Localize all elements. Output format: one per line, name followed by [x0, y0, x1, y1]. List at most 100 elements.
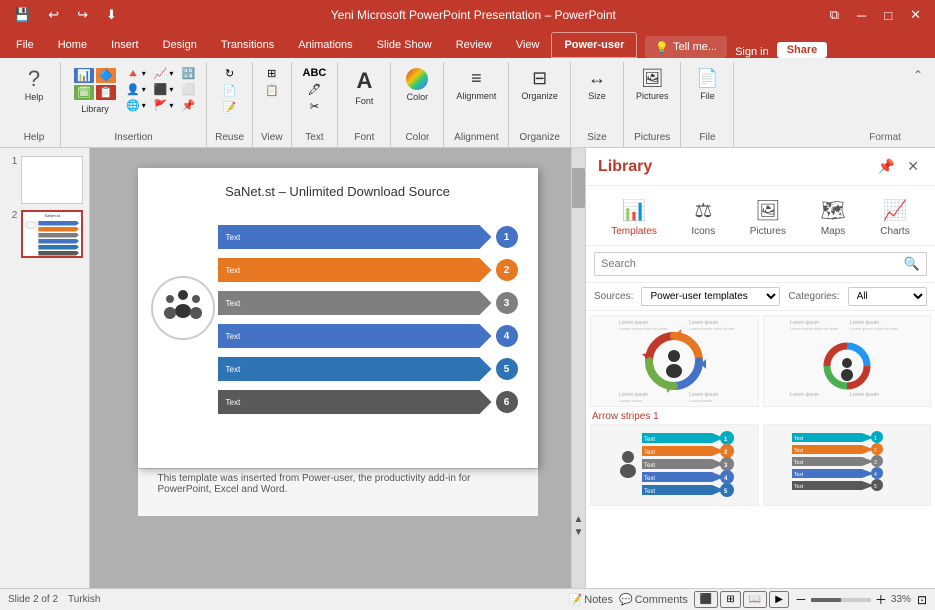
template-grid-2: Text 1 Text 2 Text 3: [590, 424, 931, 506]
library-close-button[interactable]: ✕: [903, 156, 923, 177]
search-input[interactable]: [595, 255, 898, 273]
reuse-button1[interactable]: ↻: [222, 66, 237, 81]
normal-view-button[interactable]: ⬛: [694, 591, 718, 608]
zoom-out-button[interactable]: －: [795, 591, 807, 608]
categories-label: Categories:: [788, 291, 839, 302]
circular-diagram-svg: Lorem ipsum Lorem ipsum dolor sit amet L…: [614, 316, 734, 406]
zoom-slider[interactable]: [811, 598, 871, 602]
restore-button[interactable]: ⧉: [824, 5, 845, 25]
icons-button[interactable]: 👤▾: [123, 82, 149, 97]
view-btn1[interactable]: ⊞: [264, 66, 279, 81]
share-button[interactable]: Share: [777, 42, 828, 58]
search-icon[interactable]: 🔍: [898, 253, 926, 275]
lib-nav-icons[interactable]: ⚖ Icons: [683, 194, 723, 241]
template-arrow-stripe-1[interactable]: Text 1 Text 2 Text 3: [590, 424, 759, 506]
tab-view[interactable]: View: [504, 32, 552, 58]
slide-thumb-2[interactable]: 2 SaNet.st: [6, 210, 83, 258]
help-button[interactable]: ? Help: [16, 66, 52, 104]
abc-button[interactable]: ABC: [300, 66, 330, 80]
scroll-down-btn[interactable]: ▼: [574, 527, 584, 538]
maps-button[interactable]: 🌐▾: [123, 98, 149, 113]
arrow-row-1: Text 1: [218, 223, 518, 251]
slide-thumbnail-2[interactable]: SaNet.st: [21, 210, 83, 258]
save-button[interactable]: 💾: [8, 5, 36, 25]
library-content: Lorem ipsum Lorem ipsum dolor sit amet L…: [586, 311, 935, 588]
minimize-button[interactable]: ─: [851, 6, 872, 25]
svg-text:1: 1: [874, 436, 877, 442]
template-arrow-stripe-2[interactable]: Text 1 Text 2 Text 3: [763, 424, 932, 506]
reading-view-button[interactable]: 📖: [743, 591, 767, 608]
ribbon-collapse-button[interactable]: ⌃: [909, 66, 927, 84]
notes-button[interactable]: 📝 Notes: [569, 593, 613, 606]
zoom-slider-fill: [811, 598, 841, 602]
slide-num-2: 2: [6, 210, 17, 221]
close-button[interactable]: ✕: [904, 5, 927, 25]
reuse-button3[interactable]: 📝: [220, 100, 240, 115]
tab-review[interactable]: Review: [444, 32, 504, 58]
extra1-button[interactable]: 🔡: [178, 66, 198, 81]
library-button[interactable]: 📊 🔷 🗓 📋 Library: [69, 66, 121, 116]
font-button[interactable]: A Font: [346, 66, 382, 108]
scroll-up-btn[interactable]: ▲: [574, 514, 584, 525]
charts-button[interactable]: 📈▾: [151, 66, 177, 81]
maximize-button[interactable]: □: [878, 6, 898, 25]
zoom-in-button[interactable]: ＋: [875, 591, 887, 608]
lib-nav-templates[interactable]: 📊 Templates: [603, 194, 665, 241]
alignment-button[interactable]: ≡ Alignment: [452, 66, 500, 103]
svg-text:Text: Text: [794, 460, 804, 466]
template-arrows-2[interactable]: Lorem ipsum Lorem ipsum dolor sit amet L…: [763, 315, 932, 407]
slideshow-view-button[interactable]: ▶: [769, 591, 789, 608]
pictures-button[interactable]: 🖼 Pictures: [632, 66, 673, 103]
customize-button[interactable]: ⬇: [100, 5, 123, 25]
view-btn2[interactable]: 📋: [262, 83, 282, 98]
redo-button[interactable]: ↪: [71, 5, 94, 25]
file-button[interactable]: 📄 File: [689, 66, 725, 103]
tell-me-input[interactable]: 💡 Tell me...: [645, 36, 727, 58]
tab-slideshow[interactable]: Slide Show: [365, 32, 444, 58]
color-group-label: Color: [399, 132, 435, 147]
slide-sorter-button[interactable]: ⊞: [720, 591, 740, 608]
comments-icon: 💬: [619, 593, 633, 606]
sign-in-button[interactable]: Sign in: [735, 46, 769, 58]
extra2-button[interactable]: ⬜: [178, 82, 198, 97]
tab-animations[interactable]: Animations: [286, 32, 364, 58]
slide-canvas[interactable]: SaNet.st – Unlimited Download Source: [138, 168, 538, 468]
reuse-button2[interactable]: 📄: [220, 83, 240, 98]
vertical-scrollbar[interactable]: ▲ ▼: [571, 148, 585, 588]
text-btn3[interactable]: ✂: [307, 99, 322, 114]
arrow-row-4: Text 4: [218, 322, 518, 350]
undo-button[interactable]: ↩: [42, 5, 65, 25]
lib-nav-pictures[interactable]: 🖼 Pictures: [742, 194, 794, 241]
flags-button[interactable]: 🚩▾: [151, 98, 177, 113]
fit-to-window-button[interactable]: ⊡: [917, 593, 927, 607]
comments-label: Comments: [635, 594, 688, 606]
shapes-button[interactable]: 🔺▾: [123, 66, 149, 81]
status-left: Slide 2 of 2 Turkish: [8, 594, 100, 605]
tab-power-user[interactable]: Power-user: [551, 32, 637, 58]
slide-thumbnail-1[interactable]: [21, 156, 83, 204]
tab-file[interactable]: File: [4, 32, 46, 58]
arrow-stripe-1-svg: Text 1 Text 2 Text 3: [614, 429, 734, 501]
organize-button[interactable]: ⊟ Organize: [517, 66, 562, 103]
arrow-num-1: 1: [496, 226, 518, 248]
svg-text:Lorem ipsum dolor sit amet: Lorem ipsum dolor sit amet: [619, 326, 668, 331]
tab-insert[interactable]: Insert: [99, 32, 151, 58]
pictures-group-label: Pictures: [632, 132, 673, 147]
lib-nav-maps[interactable]: 🗺 Maps: [812, 194, 853, 241]
lib-nav-charts[interactable]: 📈 Charts: [872, 194, 917, 241]
template-circular[interactable]: Lorem ipsum Lorem ipsum dolor sit amet L…: [590, 315, 759, 407]
icons-nav-icon: ⚖: [694, 198, 712, 223]
tab-design[interactable]: Design: [151, 32, 209, 58]
text-btn2[interactable]: 🖊: [304, 82, 324, 97]
size-button[interactable]: ↔ Size: [579, 66, 615, 103]
comments-button[interactable]: 💬 Comments: [619, 593, 688, 606]
diagrams-button[interactable]: ⬛▾: [151, 82, 177, 97]
tab-transitions[interactable]: Transitions: [209, 32, 286, 58]
sources-select[interactable]: Power-user templates: [641, 287, 780, 306]
color-button[interactable]: Color: [399, 66, 435, 104]
library-pin-button[interactable]: 📌: [874, 156, 899, 177]
categories-select[interactable]: All: [848, 287, 927, 306]
tab-home[interactable]: Home: [46, 32, 99, 58]
extra3-button[interactable]: 📌: [178, 98, 198, 113]
slide-thumb-1[interactable]: 1: [6, 156, 83, 204]
